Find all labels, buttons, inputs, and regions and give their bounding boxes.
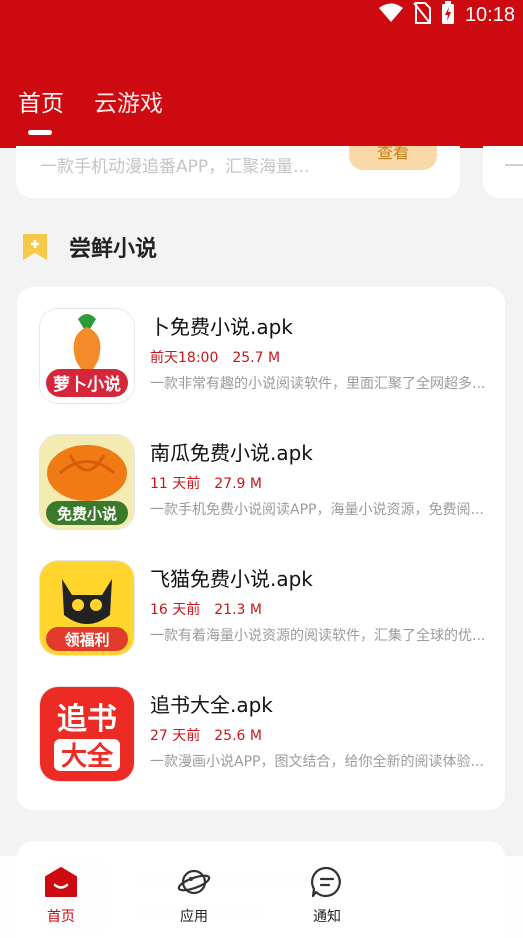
tab-home[interactable]: 首页 [18,84,64,118]
app-time: 16 天前 [150,602,201,618]
no-sim-icon [413,2,431,28]
app-size: 27.9 M [214,476,262,492]
app-desc: 一款手机免费小说阅读APP，海量小说资源，免费阅... [150,502,484,518]
nav-home-label: 首页 [47,909,75,925]
app-size: 25.6 M [214,728,262,744]
app-meta: 16 天前 21.3 M [150,599,262,619]
svg-text:追书: 追书 [57,702,117,737]
nav-notifications[interactable]: 通知 [297,866,357,926]
app-name: 追书大全.apk [150,693,273,717]
section-title: 尝鲜小说 [69,237,158,262]
app-name: 飞猫免费小说.apk [150,567,313,591]
bottom-nav: 首页 应用 通知 [0,856,523,938]
nav-apps[interactable]: 应用 [164,866,224,926]
svg-text:领福利: 领福利 [63,631,109,649]
pumpkin-icon: 免费小说 [40,435,134,529]
battery-charging-icon [441,1,455,29]
list-item[interactable]: 追书 大全 追书大全.apk 27 天前 25.6 M 一款漫画小说APP，图文结… [17,665,505,785]
svg-text:萝卜小说: 萝卜小说 [53,374,121,395]
app-meta: 前天18:00 25.7 M [150,347,280,367]
list-item[interactable]: 免费小说 南瓜免费小说.apk 11 天前 27.9 M 一款手机免费小说阅读AP… [17,413,505,533]
divider [505,164,523,166]
planet-icon [177,869,211,902]
app-desc: 一款非常有趣的小说阅读软件，里面汇聚了全网超多... [150,376,486,392]
carrot-icon: 萝卜小说 [40,309,134,403]
featured-card[interactable]: 一款手机动漫追番APP，汇聚海量... 查看 [16,146,460,198]
app-name: 南瓜免费小说.apk [150,441,313,465]
status-bar: 10:18 [378,0,515,30]
message-icon [310,866,344,902]
nav-home[interactable]: 首页 [31,866,91,926]
list-item[interactable]: 领福利 飞猫免费小说.apk 16 天前 21.3 M 一款有着海量小说资源的阅读… [17,539,505,659]
app-meta: 27 天前 25.6 M [150,725,262,745]
tab-indicator [28,130,52,135]
app-desc: 一款漫画小说APP，图文结合，给你全新的阅读体验... [150,754,484,770]
bookmark-plus-icon [21,232,49,262]
view-button[interactable]: 查看 [349,146,437,170]
cat-icon: 领福利 [40,561,134,655]
app-time: 11 天前 [150,476,201,492]
app-time: 27 天前 [150,728,201,744]
app-meta: 11 天前 27.9 M [150,473,262,493]
app-list: 萝卜小说 卜免费小说.apk 前天18:00 25.7 M 一款非常有趣的小说阅读… [17,287,505,810]
app-size: 25.7 M [232,350,281,366]
featured-card-desc: 一款手机动漫追番APP，汇聚海量... [40,157,310,177]
home-icon [44,867,78,902]
status-time: 10:18 [464,3,515,26]
svg-text:大全: 大全 [61,741,114,772]
app-size: 21.3 M [214,602,262,618]
svg-text:免费小说: 免费小说 [57,505,117,523]
view-button-label: 查看 [376,146,409,162]
tab-cloud-games[interactable]: 云游戏 [94,84,163,118]
app-time: 前天18:00 [150,350,219,366]
app-name: 卜免费小说.apk [150,315,293,339]
zhuishu-icon: 追书 大全 [40,687,134,781]
wifi-icon [378,3,403,27]
nav-notifications-label: 通知 [313,909,341,925]
app-header: 10:18 首页 云游戏 [0,0,523,148]
list-item[interactable]: 萝卜小说 卜免费小说.apk 前天18:00 25.7 M 一款非常有趣的小说阅读… [17,287,505,407]
featured-card-next[interactable] [483,146,523,198]
top-tabs: 首页 云游戏 [18,84,163,118]
nav-apps-label: 应用 [180,909,208,925]
app-desc: 一款有着海量小说资源的阅读软件，汇集了全球的优... [150,628,486,644]
